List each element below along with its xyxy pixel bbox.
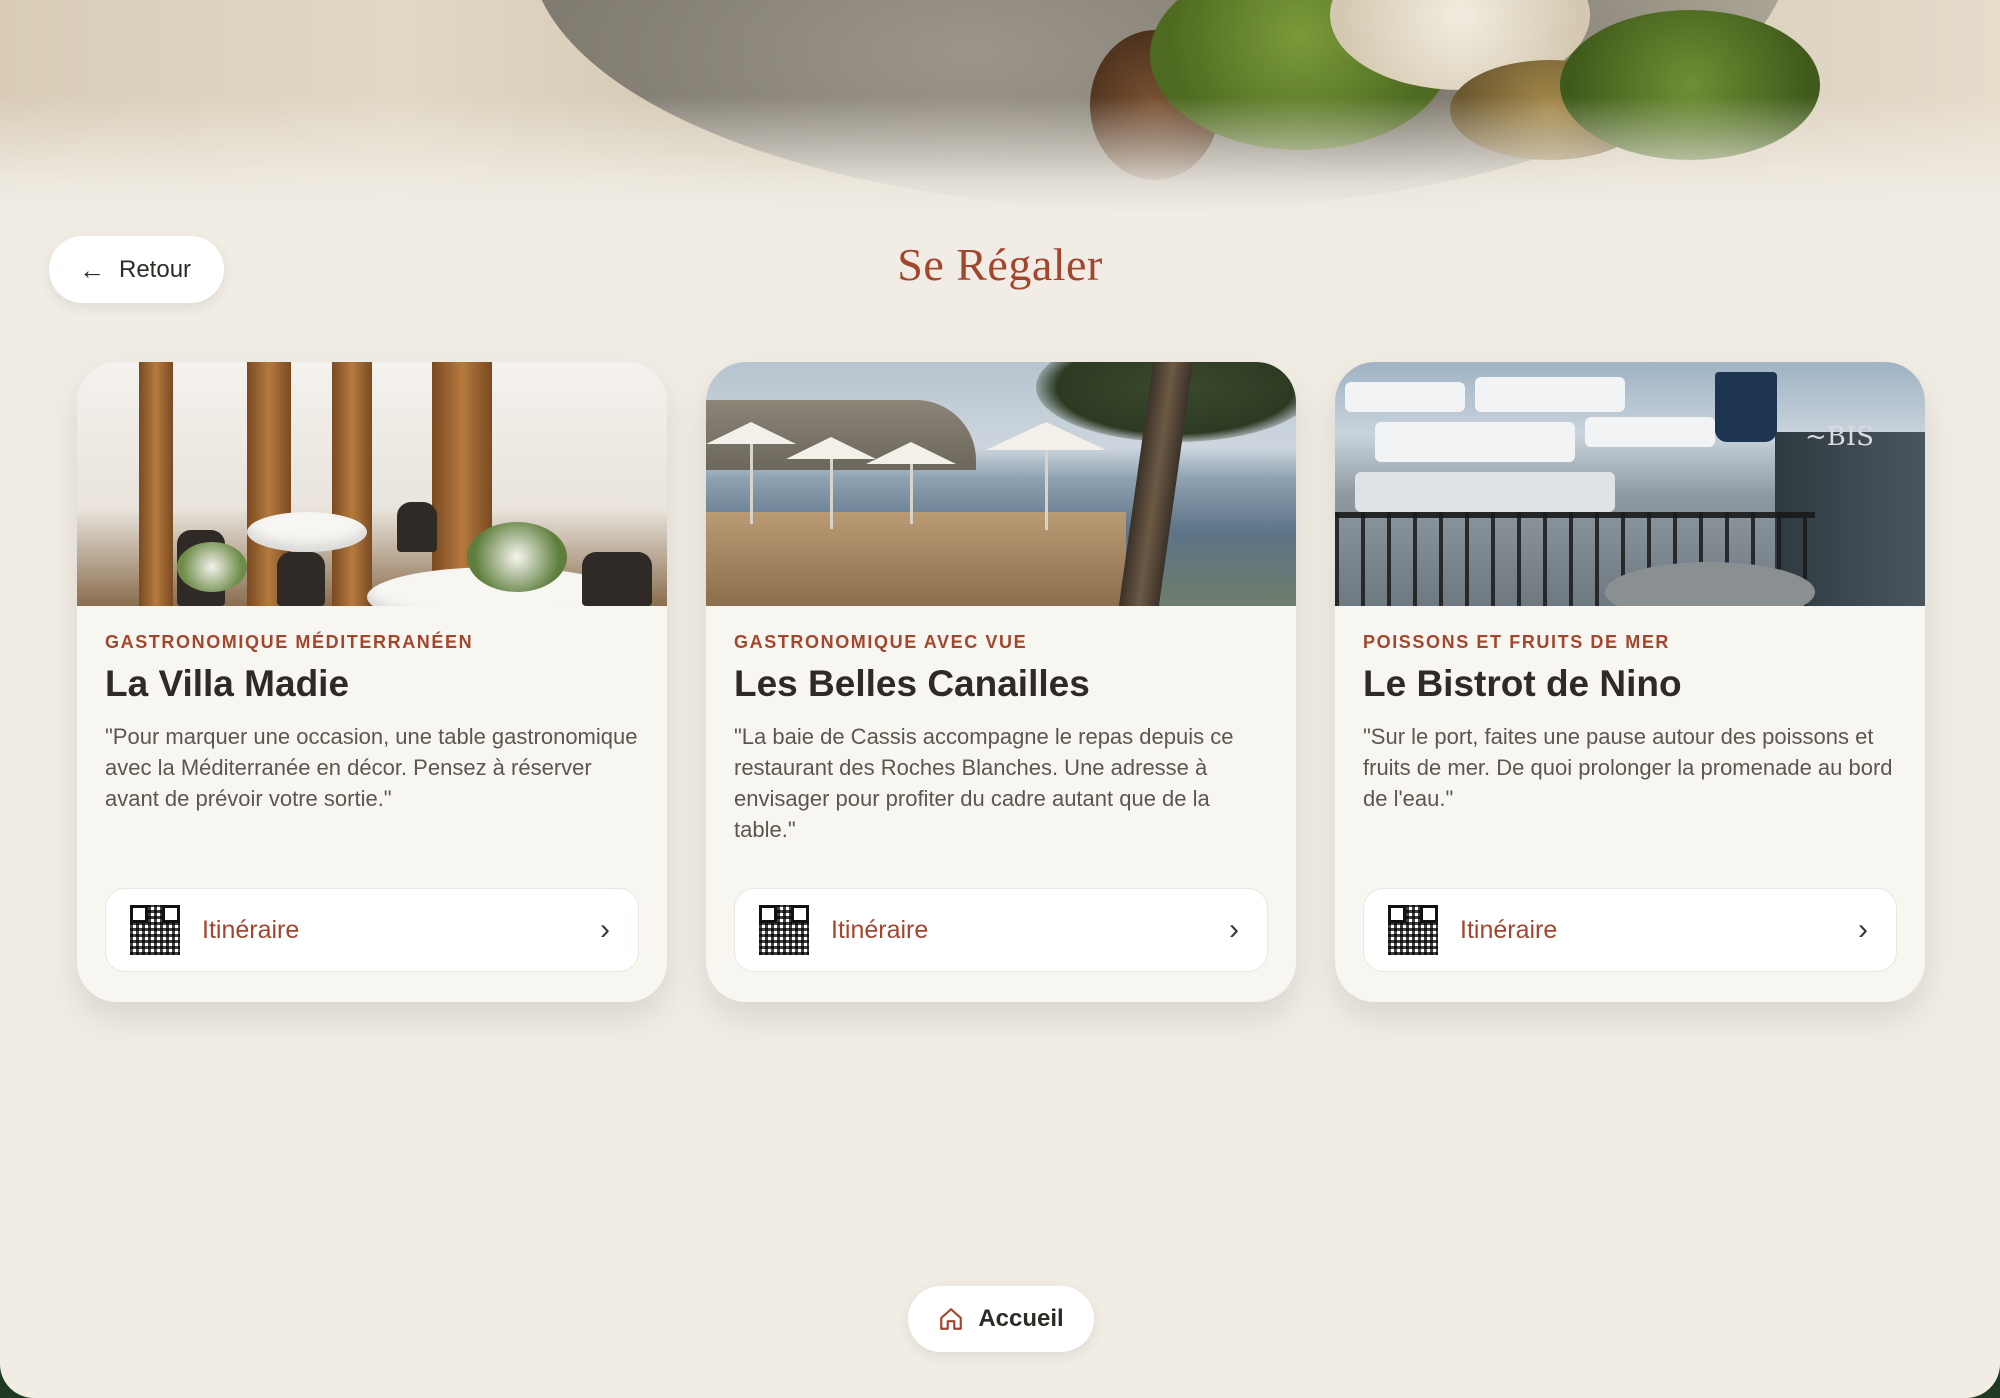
restaurant-photo (77, 362, 667, 606)
home-label: Accueil (978, 1305, 1064, 1332)
restaurant-description: "Pour marquer une occasion, une table ga… (105, 724, 638, 811)
itinerary-label: Itinéraire (831, 915, 929, 944)
restaurant-card[interactable]: ~BIS POISSONS ET FRUITS DE MER Le Bistro… (1335, 362, 1925, 1002)
home-button[interactable]: Accueil (908, 1286, 1094, 1352)
restaurant-card[interactable]: GASTRONOMIQUE AVEC VUE Les Belles Canail… (706, 362, 1296, 1002)
home-icon (940, 1308, 963, 1330)
page-title: Se Régaler (897, 239, 1103, 290)
restaurant-category: POISSONS ET FRUITS DE MER (1363, 632, 1671, 652)
restaurant-card[interactable]: GASTRONOMIQUE MÉDITERRANÉEN La Villa Mad… (77, 362, 667, 1002)
chevron-right-icon: › (600, 913, 610, 946)
qr-code-icon (1388, 905, 1438, 955)
chevron-right-icon: › (1229, 913, 1239, 946)
itinerary-label: Itinéraire (202, 915, 300, 944)
itinerary-label: Itinéraire (1460, 915, 1558, 944)
restaurant-category: GASTRONOMIQUE MÉDITERRANÉEN (105, 632, 474, 652)
itinerary-button[interactable]: Itinéraire › (734, 888, 1268, 972)
qr-code-icon (130, 905, 180, 955)
screen: ← Retour Se Régaler GASTRONOMIQUE MÉDITE (0, 0, 2000, 1398)
restaurant-photo: ~BIS (1335, 362, 1925, 606)
hero-image (0, 0, 2000, 215)
restaurant-photo (706, 362, 1296, 606)
itinerary-button[interactable]: Itinéraire › (105, 888, 639, 972)
restaurant-name: Le Bistrot de Nino (1363, 663, 1682, 704)
restaurant-category: GASTRONOMIQUE AVEC VUE (734, 632, 1028, 652)
itinerary-button[interactable]: Itinéraire › (1363, 888, 1897, 972)
restaurant-name: La Villa Madie (105, 663, 350, 704)
qr-code-icon (759, 905, 809, 955)
restaurant-name: Les Belles Canailles (734, 663, 1090, 704)
restaurant-description: "La baie de Cassis accompagne le repas d… (734, 724, 1234, 842)
restaurant-description: "Sur le port, faites une pause autour de… (1363, 724, 1893, 811)
chevron-right-icon: › (1858, 913, 1868, 946)
